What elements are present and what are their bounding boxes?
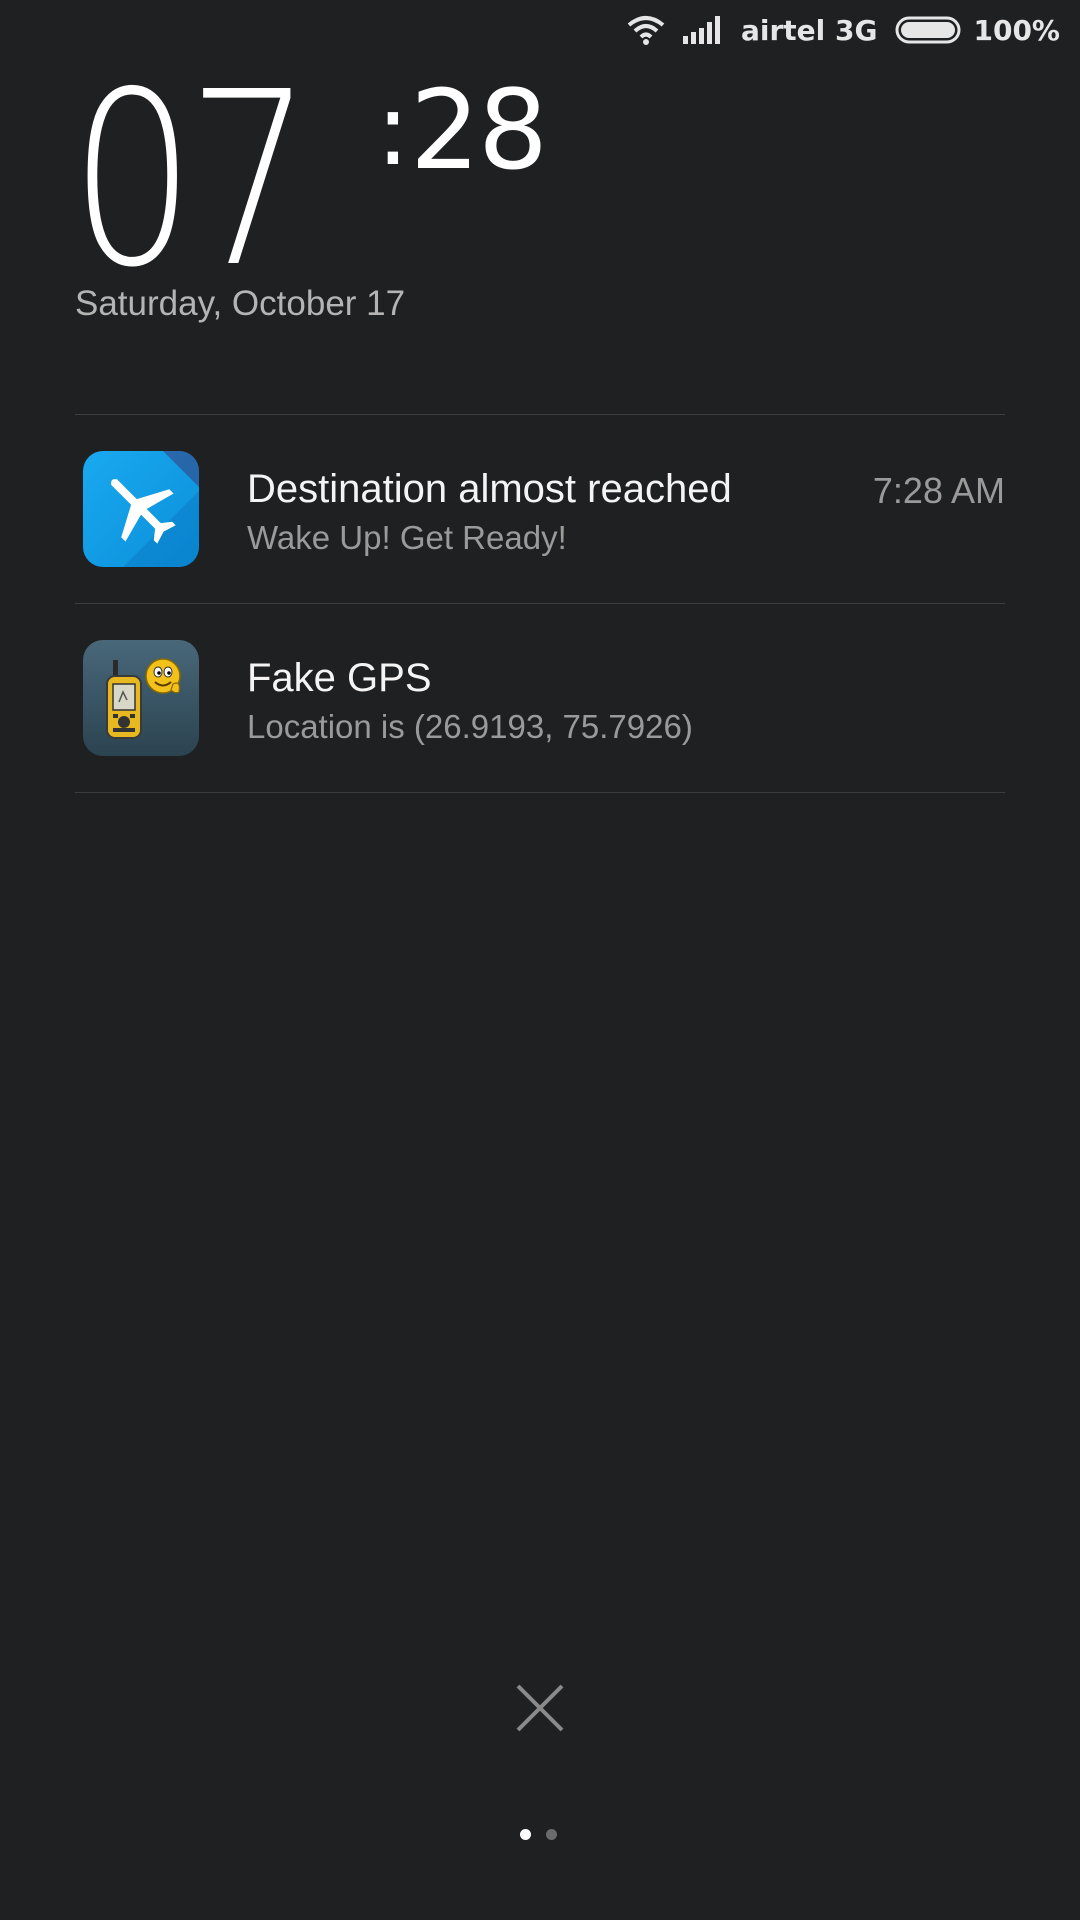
clear-notifications-button[interactable] (514, 1682, 566, 1734)
notification-list: Destination almost reached Wake Up! Get … (75, 414, 1005, 793)
notification-title: Fake GPS (247, 656, 432, 700)
clock-colon: : (376, 71, 410, 188)
clock-minutes: 28 (410, 66, 548, 194)
notification-item[interactable]: Destination almost reached Wake Up! Get … (75, 415, 1005, 604)
clock-hours: 07 (70, 40, 312, 320)
page-indicator (520, 1829, 557, 1840)
carrier-label: airtel 3G (740, 13, 878, 47)
wifi-icon (627, 15, 665, 45)
lock-screen: airtel 3G 100% 07 : 28 Saturday, October… (0, 0, 1080, 1920)
page-dot-active (520, 1829, 531, 1840)
notification-text: Location is (26.9193, 75.7926) (247, 708, 693, 745)
airplane-app-icon (83, 451, 199, 567)
notification-item[interactable]: Fake GPS Location is (26.9193, 75.7926) (75, 604, 1005, 793)
status-bar: airtel 3G 100% (627, 0, 1080, 60)
page-dot (546, 1829, 557, 1840)
notification-title: Destination almost reached (247, 467, 732, 511)
notification-time: 7:28 AM (872, 470, 1005, 511)
battery-percent: 100% (973, 13, 1060, 47)
battery-icon (895, 16, 963, 44)
close-icon (514, 1684, 566, 1738)
fake-gps-app-icon (83, 640, 199, 756)
date-label: Saturday, October 17 (75, 284, 406, 323)
signal-icon (682, 16, 723, 44)
notification-text: Wake Up! Get Ready! (247, 519, 567, 556)
